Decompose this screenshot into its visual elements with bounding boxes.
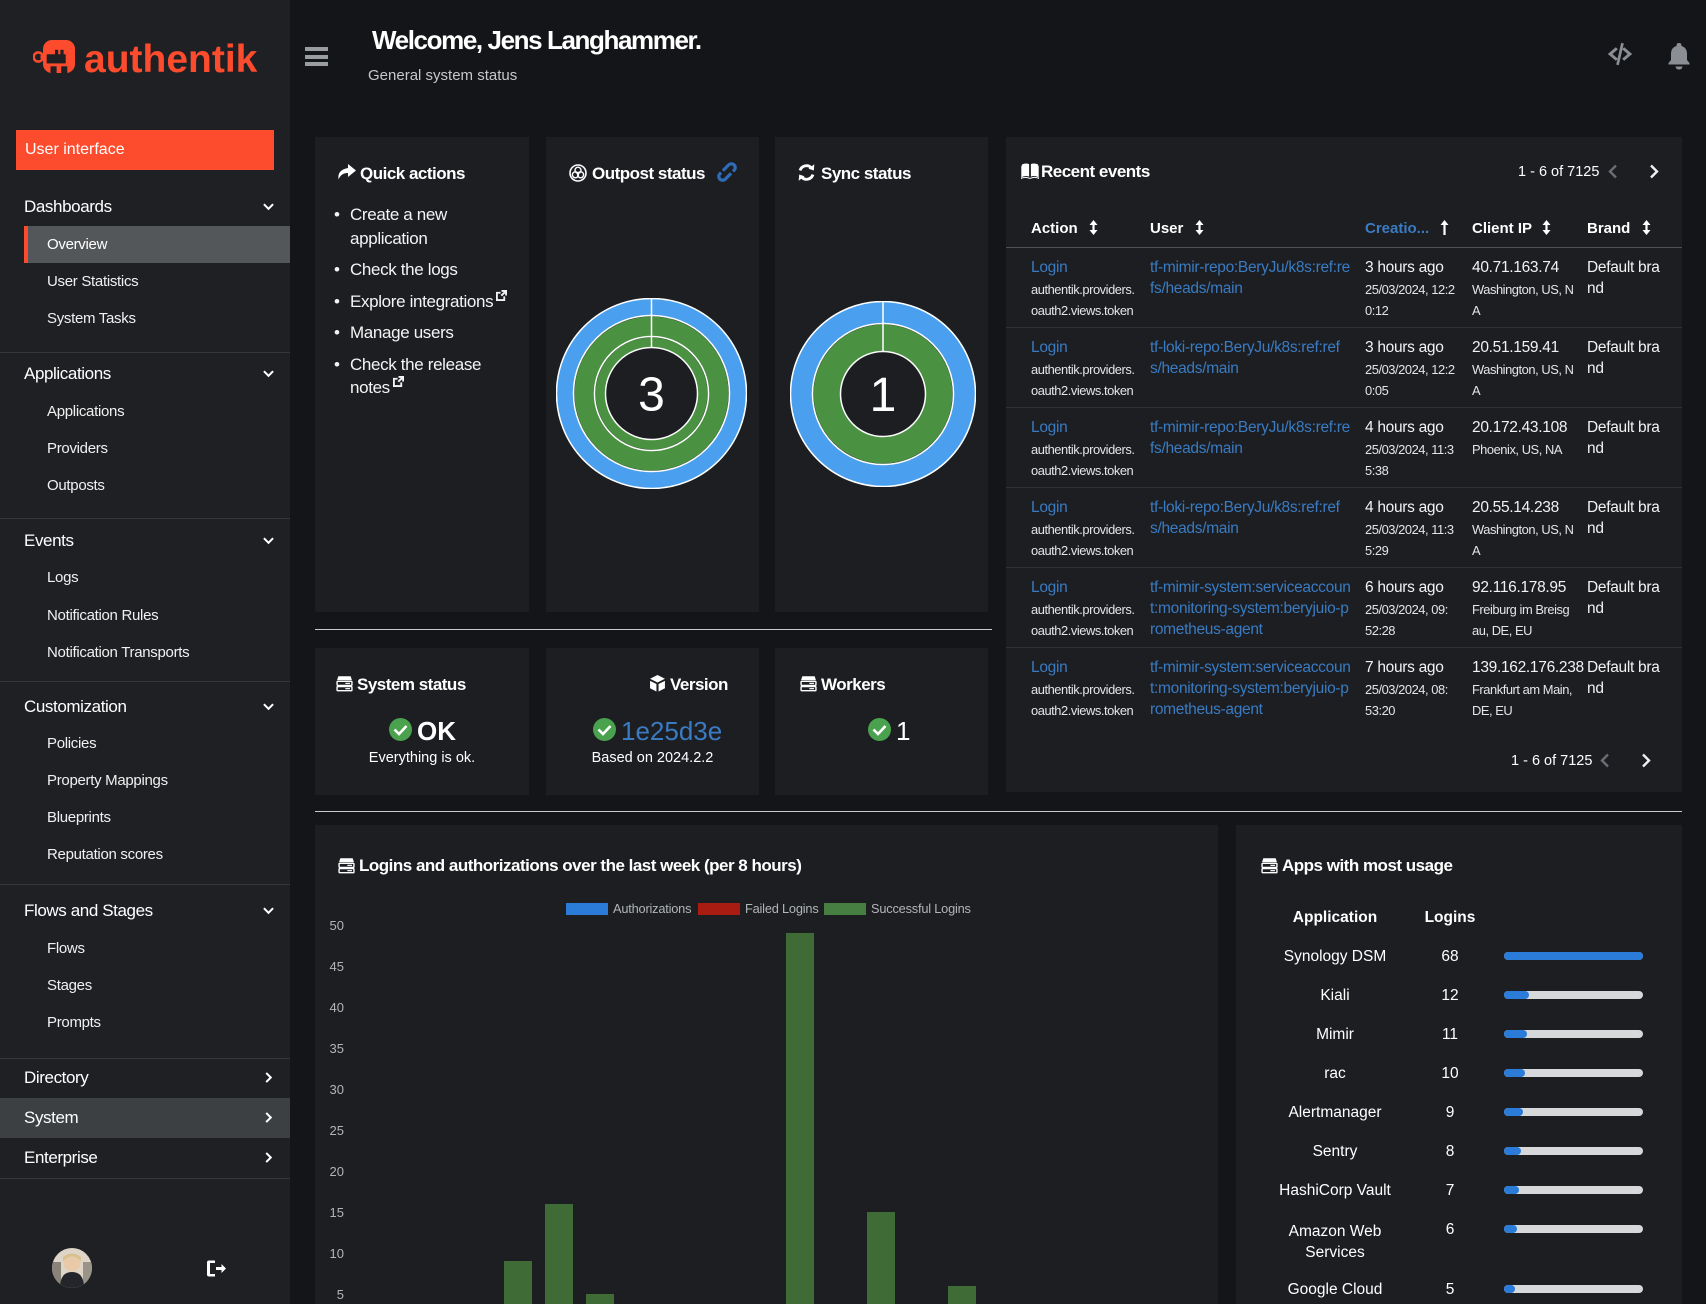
svg-text:authentik: authentik bbox=[84, 38, 258, 81]
svg-text:1: 1 bbox=[870, 369, 897, 422]
svg-text:3: 3 bbox=[638, 369, 665, 422]
